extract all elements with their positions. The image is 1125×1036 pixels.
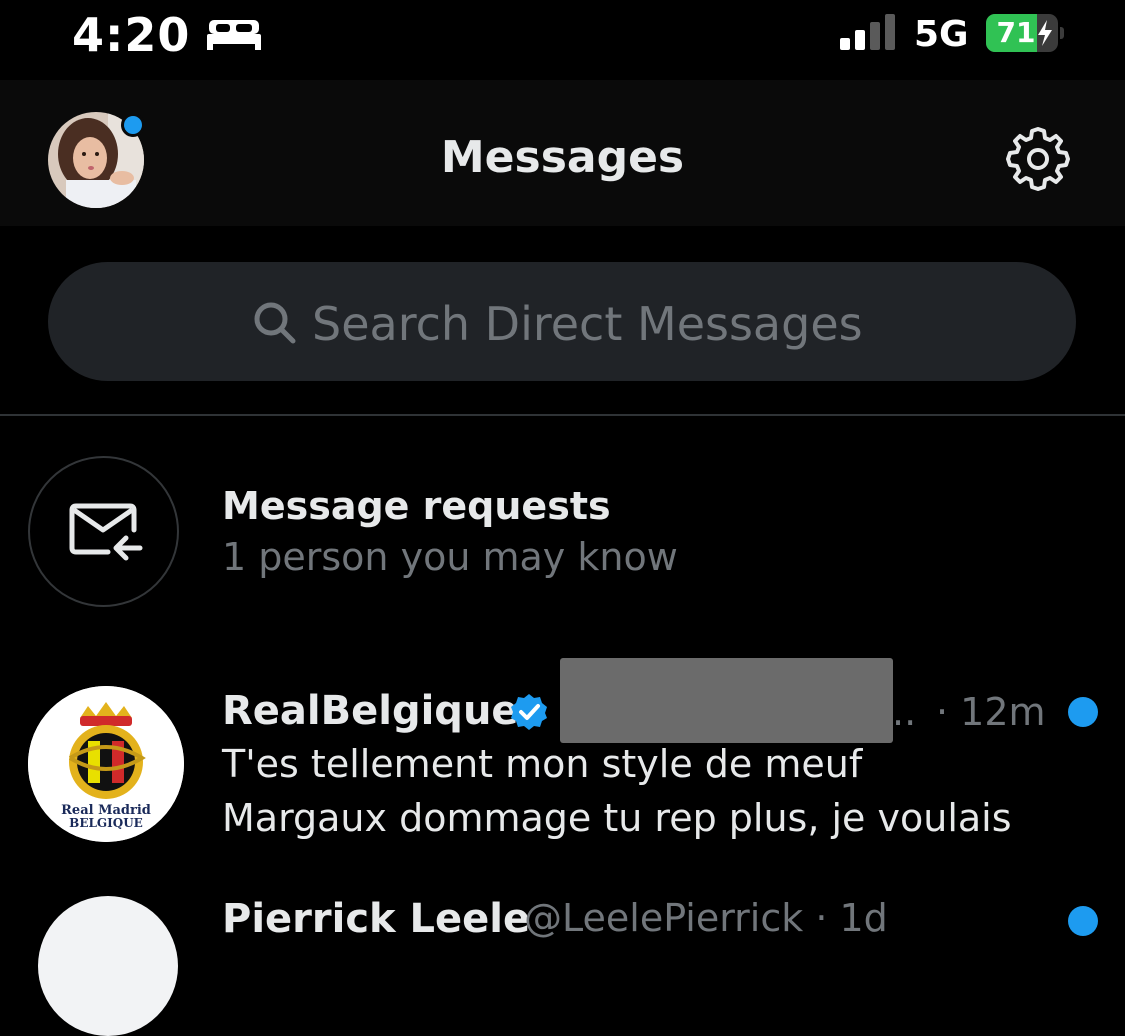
conversation-name: Pierrick Leele: [222, 896, 531, 942]
battery-tip: [1060, 27, 1064, 39]
message-requests-title: Message requests: [222, 484, 611, 528]
conversation-avatar[interactable]: [38, 896, 178, 1036]
status-time: 4:20: [72, 8, 191, 62]
bolt-icon: [1038, 20, 1052, 46]
redacted-handle: [560, 658, 893, 743]
verified-badge-icon: [511, 694, 547, 730]
conversation-message-line: Margaux dommage tu rep plus, je voulais: [222, 796, 1012, 840]
message-requests-subtitle: 1 person you may know: [222, 535, 678, 579]
bed-icon: [207, 20, 261, 50]
search-input[interactable]: [312, 292, 1012, 356]
gear-icon[interactable]: [1004, 125, 1072, 193]
unread-indicator: [1068, 697, 1098, 727]
truncation-ellipsis: ..: [892, 690, 917, 734]
network-type: 5G: [914, 14, 969, 55]
unread-indicator: [1068, 906, 1098, 936]
page-title: Messages: [440, 132, 685, 183]
envelope-arrow-icon: [69, 503, 143, 561]
conversation-message-line: T'es tellement mon style de meuf: [222, 742, 863, 786]
conversation-time: · 12m: [936, 690, 1046, 734]
conversation-handle-time: @LeelePierrick · 1d: [524, 896, 888, 940]
divider: [0, 414, 1125, 416]
logo-text-bottom: BELGIQUE: [69, 816, 143, 830]
top-header: Messages: [0, 80, 1125, 226]
real-madrid-belgique-logo: Real Madrid BELGIQUE: [28, 686, 184, 842]
search-icon: [254, 302, 296, 344]
conversation-avatar[interactable]: Real Madrid BELGIQUE: [28, 686, 184, 842]
conversation-name: RealBelgique: [222, 688, 519, 734]
status-bar: 4:20 5G 71: [0, 0, 1125, 80]
battery-indicator: 71: [986, 14, 1064, 52]
cellular-signal-icon: [840, 14, 895, 50]
